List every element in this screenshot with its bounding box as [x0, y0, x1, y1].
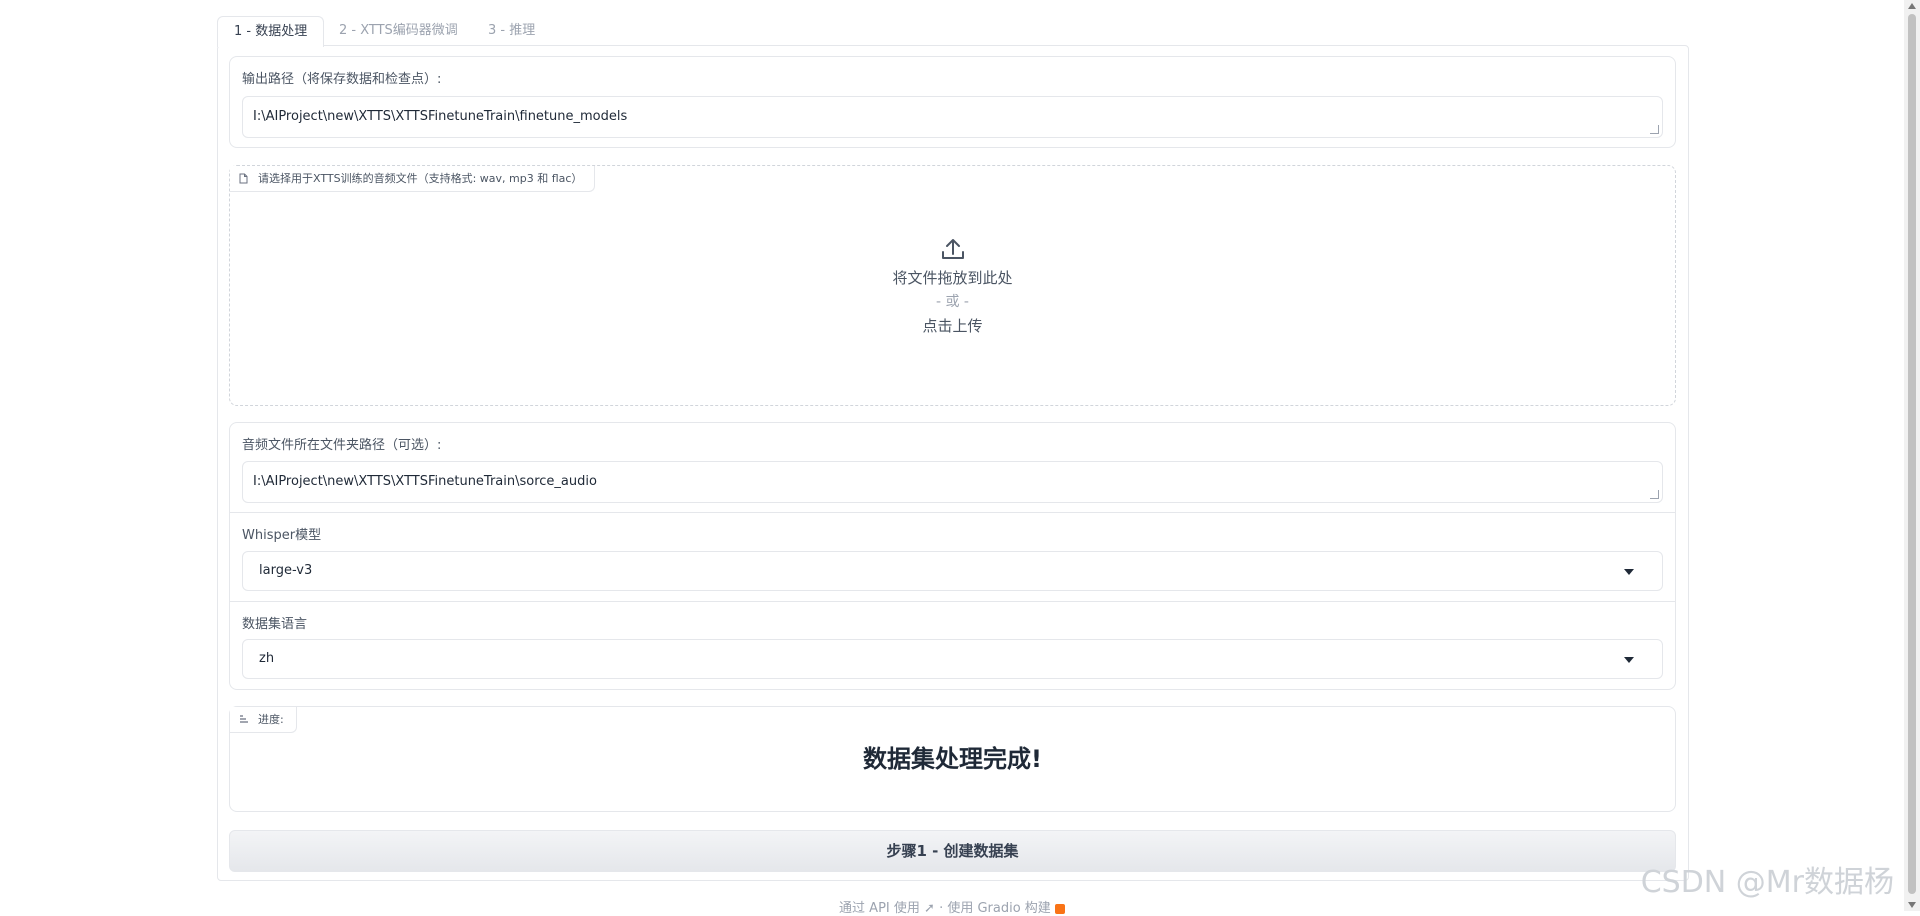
rocket-icon: ➚ [924, 901, 940, 916]
output-path-label: 输出路径（将保存数据和检查点）: [242, 72, 442, 87]
output-path-value: I:\AIProject\new\XTTS\XTTSFinetuneTrain\… [253, 109, 628, 124]
whisper-model-label: Whisper模型 [242, 528, 322, 543]
resize-handle-icon[interactable] [1650, 125, 1659, 134]
audio-folder-value: I:\AIProject\new\XTTS\XTTSFinetuneTrain\… [253, 474, 597, 489]
chevron-down-icon[interactable] [1624, 569, 1634, 575]
upload-label: 请选择用于XTTS训练的音频文件（支持格式: wav, mp3 和 flac） [258, 172, 583, 185]
built-with-gradio-link[interactable]: 使用 Gradio 构建 [947, 901, 1050, 916]
whisper-model-value: large-v3 [259, 563, 313, 578]
progress-block: 进度: 数据集处理完成! [229, 706, 1676, 812]
audio-folder-label: 音频文件所在文件夹路径（可选）: [242, 438, 442, 453]
drop-text: 将文件拖放到此处 [892, 269, 1013, 287]
divider [230, 512, 1675, 513]
use-via-api-link[interactable]: 通过 API 使用 [839, 901, 920, 916]
gradio-logo-icon [1054, 903, 1065, 914]
progress-label: 进度: [258, 713, 284, 726]
scroll-up-icon[interactable] [1908, 3, 1916, 9]
output-path-block: 输出路径（将保存数据和检查点）: I:\AIProject\new\XTTS\X… [229, 56, 1676, 148]
audio-upload-dropzone[interactable]: 请选择用于XTTS训练的音频文件（支持格式: wav, mp3 和 flac） … [229, 165, 1676, 406]
scrollbar[interactable] [1904, 0, 1920, 911]
dataset-language-value: zh [259, 651, 275, 666]
audio-folder-input[interactable]: I:\AIProject\new\XTTS\XTTSFinetuneTrain\… [242, 461, 1663, 503]
footer-separator: · [939, 901, 944, 916]
or-text: - 或 - [935, 294, 969, 310]
settings-group: 音频文件所在文件夹路径（可选）: I:\AIProject\new\XTTS\X… [229, 422, 1676, 690]
tab-xtts-finetune[interactable]: 2 - XTTS编码器微调 [323, 16, 474, 46]
drop-content[interactable]: 将文件拖放到此处 - 或 - 点击上传 [230, 236, 1675, 338]
create-dataset-button[interactable]: 步骤1 - 创建数据集 [229, 830, 1676, 872]
tab-data-processing[interactable]: 1 - 数据处理 [217, 16, 325, 47]
scroll-down-icon[interactable] [1908, 902, 1916, 908]
output-path-input[interactable]: I:\AIProject\new\XTTS\XTTSFinetuneTrain\… [242, 96, 1663, 138]
upload-icon [941, 239, 964, 259]
file-icon [239, 173, 248, 184]
dataset-language-label: 数据集语言 [242, 617, 308, 632]
progress-status-text: 数据集处理完成! [863, 745, 1042, 773]
whisper-model-select[interactable]: large-v3 [242, 551, 1663, 591]
text-lines-icon [240, 715, 248, 723]
tab-inference[interactable]: 3 - 推理 [472, 16, 551, 46]
click-upload-text[interactable]: 点击上传 [230, 314, 1675, 338]
divider [230, 601, 1675, 602]
resize-handle-icon[interactable] [1650, 490, 1659, 499]
upload-label-chip: 请选择用于XTTS训练的音频文件（支持格式: wav, mp3 和 flac） [230, 166, 596, 192]
scroll-thumb[interactable] [1908, 14, 1916, 894]
dataset-language-select[interactable]: zh [242, 639, 1663, 679]
watermark: CSDN @Mr数据杨 [1640, 865, 1894, 900]
chevron-down-icon[interactable] [1624, 657, 1634, 663]
footer: 通过 API 使用 ➚ · 使用 Gradio 构建 [0, 897, 1904, 916]
progress-label-chip: 进度: [230, 707, 297, 733]
